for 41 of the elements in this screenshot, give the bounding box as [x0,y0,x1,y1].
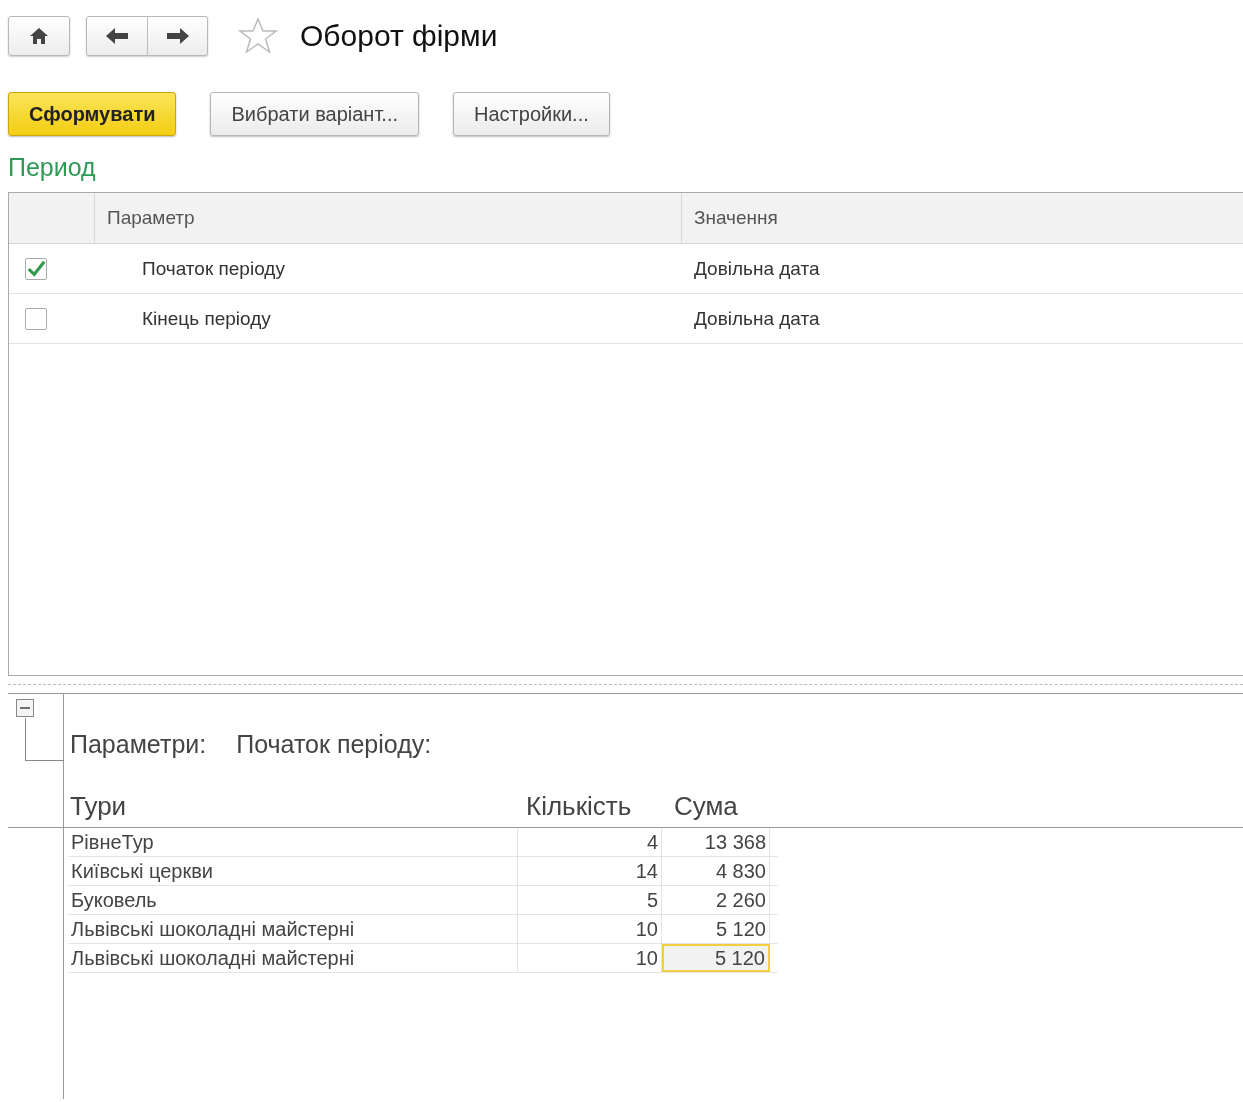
table-cell: Львівські шоколадні майстерні [68,944,518,972]
toolbar-button[interactable]: Вибрати варіант... [210,92,420,136]
parameter-name: Кінець періоду [141,307,272,330]
window-title: Оборот фірми [300,19,498,53]
parameter-value: Довільна дата [693,257,821,280]
forward-arrow-icon [165,27,190,45]
column-header: Значення [681,193,1243,243]
group-bracket [25,718,64,761]
parameter-value: Довільна дата [693,307,821,330]
table-cell: 10 [518,915,662,943]
table-cell[interactable]: 13 368 [662,828,770,856]
collapse-icon[interactable] [16,699,34,717]
back-button[interactable] [86,16,148,56]
column-header: Параметр [94,193,681,243]
star-icon[interactable] [238,17,278,55]
forward-button[interactable] [148,16,208,56]
column-header: Кількість [526,791,632,822]
table-cell[interactable]: 4 830 [662,857,770,885]
back-arrow-icon [105,27,129,45]
toolbar-button[interactable]: Настройки... [453,92,610,136]
generate-button[interactable]: Сформувати [8,92,177,136]
column-header: Сума [674,791,738,822]
table-cell: 14 [518,857,662,885]
table-cell[interactable]: 2 260 [662,886,770,914]
table-cell: Київські церкви [68,857,518,885]
checkbox[interactable] [25,257,47,280]
column-header: Тури [70,791,127,822]
home-button[interactable] [8,16,70,56]
parameter-name: Початок періоду [141,257,286,280]
table-cell: Буковель [68,886,518,914]
checkbox[interactable] [25,307,47,330]
parameters-label: Параметри: [70,730,207,759]
table-cell: РівнеТур [68,828,518,856]
table-cell: 5 [518,886,662,914]
home-icon [29,27,49,45]
table-cell[interactable]: 5 120 [662,915,770,943]
table-cell: 4 [518,828,662,856]
table-cell[interactable]: 5 120 [662,944,770,972]
parameters-value: Початок періоду: [236,730,432,759]
section-title: Период [8,152,97,182]
table-cell: Львівські шоколадні майстерні [68,915,518,943]
